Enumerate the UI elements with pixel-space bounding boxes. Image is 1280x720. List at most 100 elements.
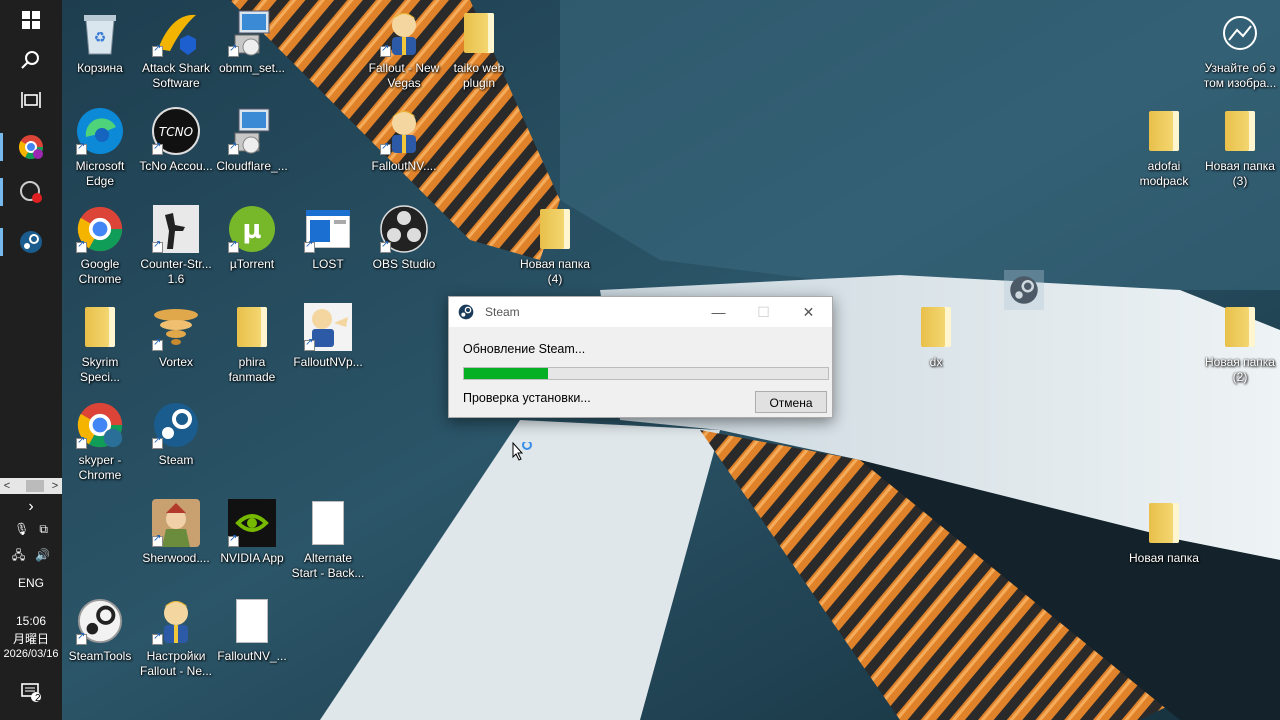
desktop-icon-nvidia[interactable]: NVIDIA App bbox=[214, 498, 290, 566]
desktop-icon-taiko-folder[interactable]: taiko web plugin bbox=[441, 8, 517, 91]
desktop-icon-utorrent[interactable]: µ µTorrent bbox=[214, 204, 290, 272]
icon-label: taiko web plugin bbox=[453, 61, 505, 90]
icon-label: dx bbox=[929, 355, 943, 369]
minimize-button[interactable]: — bbox=[696, 297, 741, 327]
icon-label: OBS Studio bbox=[372, 257, 436, 271]
desktop-icon-falloutnvp[interactable]: FalloutNVp... bbox=[290, 302, 366, 370]
icon-label: Steam bbox=[158, 453, 194, 467]
desktop-icon-steam[interactable]: Steam bbox=[138, 400, 214, 468]
icon-label: Новая папка (2) bbox=[1205, 355, 1275, 384]
microphone-icon[interactable]: 🎙 bbox=[14, 522, 29, 536]
desktop-icon-learn-about-picture[interactable]: Узнайте об э том изобра... bbox=[1202, 8, 1278, 91]
svg-text:µ: µ bbox=[242, 215, 261, 245]
show-hidden-icons-button[interactable]: › bbox=[0, 498, 62, 516]
cancel-button[interactable]: Отмена bbox=[755, 391, 827, 413]
desktop-icon-skyrim-folder[interactable]: Skyrim Speci... bbox=[62, 302, 138, 385]
icon-label: Cloudflare_... bbox=[216, 159, 288, 173]
desktop-icon-new-folder[interactable]: Новая папка bbox=[1126, 498, 1202, 566]
folder-icon bbox=[85, 307, 115, 347]
recording-app-icon bbox=[20, 181, 42, 203]
desktop-icon-chrome[interactable]: Google Chrome bbox=[62, 204, 138, 287]
shortcut-arrow-icon bbox=[228, 43, 239, 57]
clock-date[interactable]: 2026/03/16 bbox=[0, 648, 62, 660]
desktop-icon-adofai-modpack[interactable]: adofai modpack bbox=[1126, 106, 1202, 189]
svg-text:♻: ♻ bbox=[94, 30, 107, 46]
icon-label: Skyrim Speci... bbox=[79, 355, 121, 384]
scroll-right-icon[interactable]: > bbox=[48, 478, 62, 494]
scroll-left-icon[interactable]: < bbox=[0, 478, 14, 494]
desktop-icon-new-folder-2[interactable]: Новая папка (2) bbox=[1202, 302, 1278, 385]
desktop-icon-fallout-new-vegas[interactable]: Fallout - New Vegas bbox=[366, 8, 442, 91]
icon-label: Sherwood.... bbox=[142, 551, 210, 565]
desktop-icon-counter-strike[interactable]: Counter-Str... 1.6 bbox=[138, 204, 214, 287]
shortcut-arrow-icon bbox=[380, 239, 391, 253]
network-icon[interactable]: 🖧 bbox=[12, 548, 25, 562]
shortcut-arrow-icon bbox=[152, 435, 163, 449]
desktop-icon-obs[interactable]: OBS Studio bbox=[366, 204, 442, 272]
shortcut-arrow-icon bbox=[76, 435, 87, 449]
maximize-button[interactable]: ☐ bbox=[741, 297, 786, 327]
desktop-icon-tcno[interactable]: TCNO TcNo Accou... bbox=[138, 106, 214, 174]
desktop-icon-sherwood[interactable]: Sherwood.... bbox=[138, 498, 214, 566]
taskbar-chrome-button[interactable] bbox=[0, 127, 62, 167]
update-message: Обновление Steam... bbox=[463, 342, 586, 356]
desktop-icon-cloudflare[interactable]: Cloudflare_... bbox=[214, 106, 290, 174]
dialog-title: Steam bbox=[485, 305, 520, 319]
desktop-icon-phira-folder[interactable]: phira fanmade bbox=[214, 302, 290, 385]
desktop-icon-recycle-bin[interactable]: ♻ Корзина bbox=[62, 8, 138, 76]
search-button[interactable] bbox=[0, 40, 62, 80]
shortcut-arrow-icon bbox=[152, 631, 163, 645]
shortcut-arrow-icon bbox=[152, 533, 163, 547]
icon-label: TcNo Accou... bbox=[139, 159, 213, 173]
windows-logo-icon bbox=[22, 11, 40, 29]
icon-label: Fallout - New Vegas bbox=[368, 61, 440, 90]
desktop-icon-vortex[interactable]: Vortex bbox=[138, 302, 214, 370]
shortcut-arrow-icon bbox=[76, 141, 87, 155]
icon-label: FalloutNV_... bbox=[217, 649, 287, 663]
camera-icon[interactable]: ⧉ bbox=[39, 522, 48, 536]
shortcut-arrow-icon bbox=[152, 337, 163, 351]
progress-fill bbox=[464, 368, 548, 379]
icon-label: adofai modpack bbox=[1139, 159, 1189, 188]
taskbar-steam-button[interactable] bbox=[0, 222, 62, 262]
desktop-icon-new-folder-3[interactable]: Новая папка (3) bbox=[1202, 106, 1278, 189]
steam-icon bbox=[1010, 276, 1038, 304]
scroll-thumb[interactable] bbox=[26, 480, 44, 492]
close-button[interactable]: ✕ bbox=[786, 297, 831, 327]
search-icon bbox=[21, 51, 39, 69]
chevron-right-icon: › bbox=[28, 498, 34, 515]
folder-icon bbox=[921, 307, 951, 347]
desktop-icon-attack-shark[interactable]: Attack Shark Software bbox=[138, 8, 214, 91]
desktop-icon-new-folder-4[interactable]: Новая папка (4) bbox=[517, 204, 593, 287]
task-view-button[interactable] bbox=[0, 80, 62, 120]
desktop-icon-obmm-setup[interactable]: obmm_set... bbox=[214, 8, 290, 76]
taskbar-app-button[interactable] bbox=[0, 172, 62, 212]
desktop-icon-fallout-settings[interactable]: Настройки Fallout - Ne... bbox=[138, 596, 214, 679]
clock-weekday[interactable]: 月曜日 bbox=[0, 630, 62, 647]
language-indicator[interactable]: ENG bbox=[0, 576, 62, 590]
desktop-icon-steamtools[interactable]: SteamTools bbox=[62, 596, 138, 664]
desktop-icon-edge[interactable]: Microsoft Edge bbox=[62, 106, 138, 189]
desktop-steam-drag-ghost[interactable] bbox=[1004, 270, 1044, 310]
volume-icon[interactable]: 🔊 bbox=[35, 548, 50, 562]
steam-icon bbox=[458, 304, 474, 320]
desktop-icon-skyper-chrome[interactable]: skyper - Chrome bbox=[62, 400, 138, 483]
start-button[interactable] bbox=[0, 0, 62, 40]
steam-icon bbox=[20, 231, 42, 253]
desktop-icon-lost[interactable]: LOST bbox=[290, 204, 366, 272]
desktop-icon-falloutnv-file[interactable]: FalloutNV_... bbox=[214, 596, 290, 664]
icon-label: SteamTools bbox=[68, 649, 132, 663]
notification-center-button[interactable]: 2 bbox=[0, 672, 62, 712]
notification-badge: 2 bbox=[35, 693, 41, 704]
desktop-icon-alternate-start[interactable]: Alternate Start - Back... bbox=[290, 498, 366, 581]
icon-label: Alternate Start - Back... bbox=[291, 551, 365, 580]
dialog-titlebar[interactable]: Steam — ☐ ✕ bbox=[449, 297, 832, 327]
shortcut-arrow-icon bbox=[380, 141, 391, 155]
desktop-icon-dx[interactable]: dx bbox=[898, 302, 974, 370]
icon-label: Counter-Str... 1.6 bbox=[140, 257, 212, 286]
desktop-icon-falloutnv[interactable]: FalloutNV.... bbox=[366, 106, 442, 174]
taskbar-scrollbar[interactable]: < > bbox=[0, 478, 62, 494]
folder-icon bbox=[1225, 307, 1255, 347]
clock-time[interactable]: 15:06 bbox=[0, 614, 62, 628]
maximize-icon: ☐ bbox=[757, 304, 770, 320]
